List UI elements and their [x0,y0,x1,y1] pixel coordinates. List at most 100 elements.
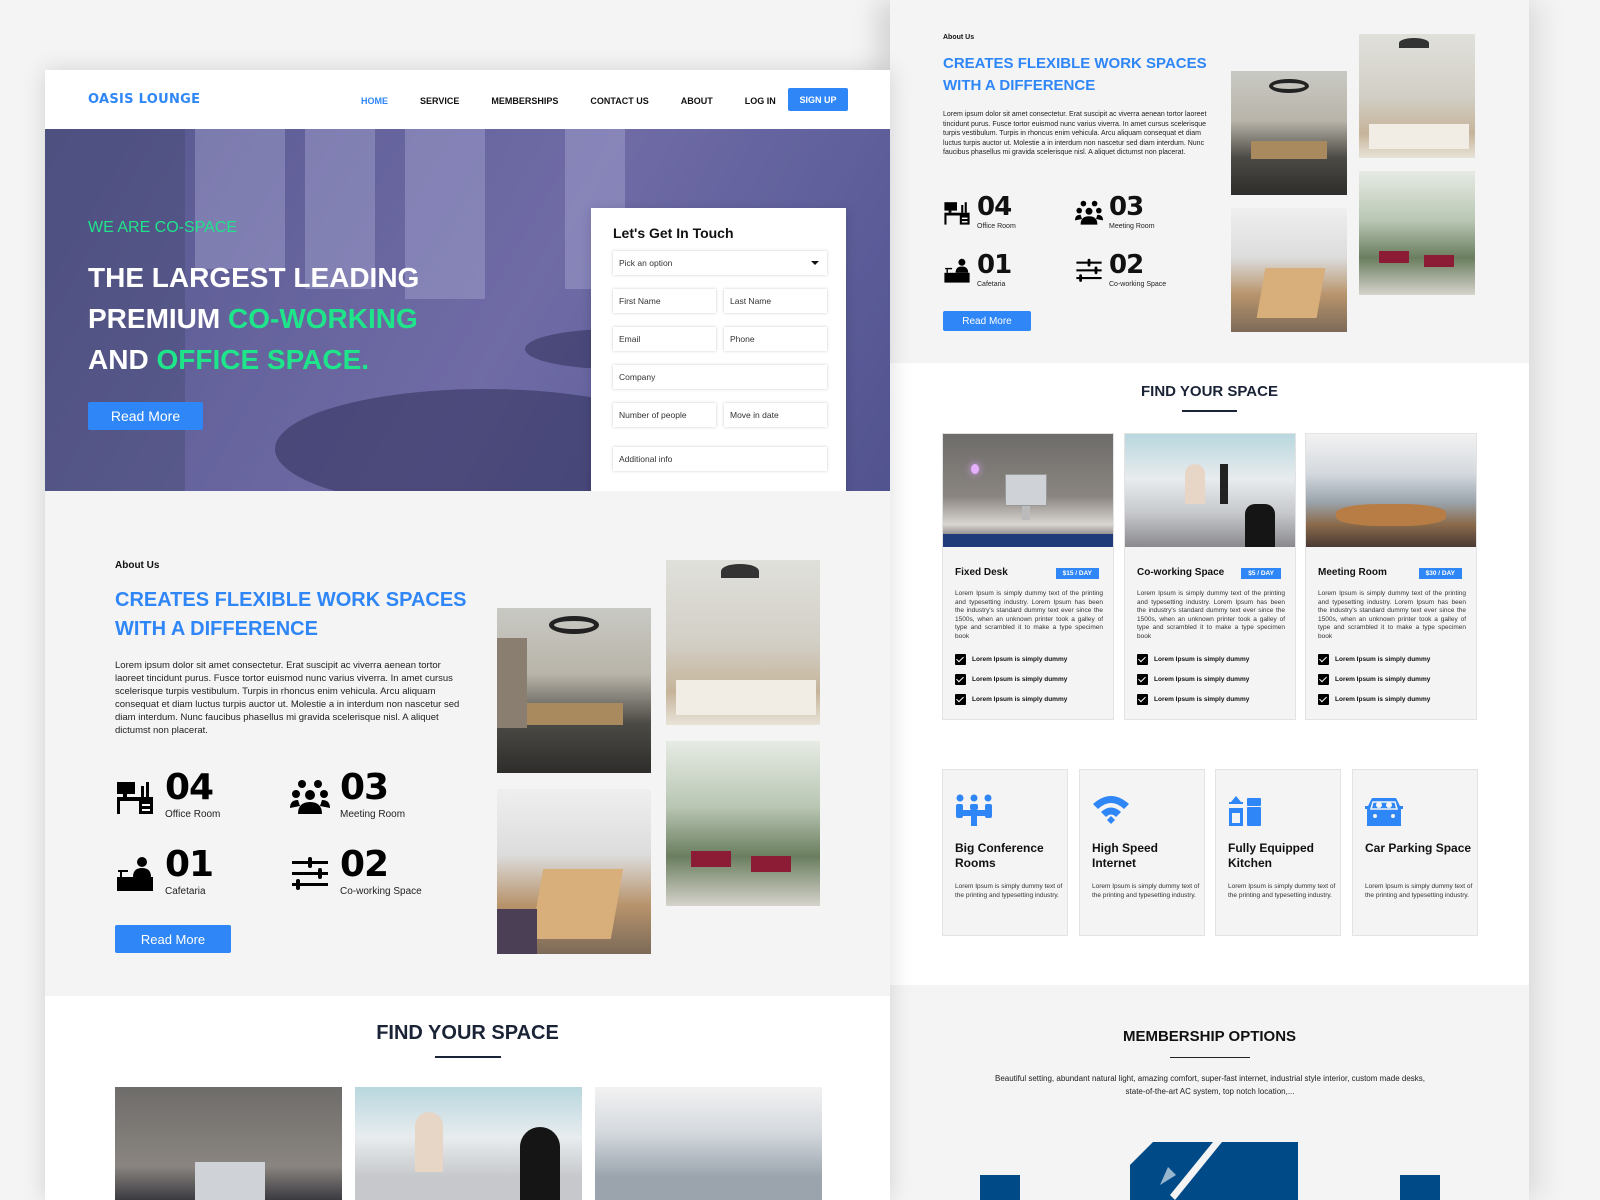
price-badge: $15 / DAY [1055,568,1099,579]
nav-about[interactable]: ABOUT [681,96,713,106]
meeting-photo [1231,208,1347,332]
people-group-icon [1075,200,1103,225]
checkbox-icon [955,694,966,705]
nav-memberships[interactable]: MEMBERSHIPS [491,96,558,106]
amenity-title: Car Parking Space [1365,841,1472,855]
stat-meeting-room: 03 Meeting Room [1075,192,1155,230]
space-card-meeting-room[interactable]: Meeting Room $30 / DAY Lorem Ipsum is si… [1305,433,1477,720]
checkbox-icon [1318,654,1329,665]
nav-contact-us[interactable]: CONTACT US [590,96,648,106]
phone-field[interactable]: Phone [724,327,827,351]
amenity-title: Fully Equipped Kitchen [1228,841,1314,870]
about-read-more-button[interactable]: Read More [115,925,231,953]
coworking-photo [355,1087,582,1200]
meeting-photo [497,789,651,954]
amenity-description: Lorem Ipsum is simply dummy text of the … [1092,883,1200,899]
people-group-icon [290,780,330,814]
checkbox-icon [955,654,966,665]
navbar: OASIS LOUNGE HOME SERVICE MEMBERSHIPS CO… [45,70,890,129]
nav-service[interactable]: SERVICE [420,96,459,106]
left-page-preview: OASIS LOUNGE HOME SERVICE MEMBERSHIPS CO… [45,70,890,1200]
number-of-people-field[interactable]: Number of people [613,403,716,427]
checkbox-icon [1137,654,1148,665]
meeting-room-photo [595,1087,822,1200]
stat-label: Office Room [165,809,221,820]
stat-office-room: 04 Office Room [943,194,1016,230]
about-kicker: About Us [943,34,975,41]
space-card-coworking[interactable]: Co-working Space $5 / DAY Lorem Ipsum is… [1124,433,1296,720]
open-office-photo [1359,34,1475,158]
amenity-conference: Big Conference Rooms Lorem Ipsum is simp… [942,769,1068,936]
checkbox-icon [955,674,966,685]
stat-office-room: 04 Office Room [115,767,221,820]
amenity-parking: Car Parking Space Lorem Ipsum is simply … [1352,769,1478,936]
amenity-internet: High Speed Internet Lorem Ipsum is simpl… [1079,769,1205,936]
feature-item: Lorem Ipsum is simply dummy [955,694,1067,705]
conference-room-photo [497,608,651,773]
stat-label: Meeting Room [1109,223,1155,230]
stat-number: 02 [1109,250,1144,280]
conference-room-photo [1231,71,1347,195]
stat-number: 03 [1109,192,1144,222]
kitchen-icon [1229,796,1261,826]
feature-item: Lorem Ipsum is simply dummy [1318,674,1430,685]
hero-read-more-button[interactable]: Read More [88,402,203,430]
coworking-photo [1125,434,1295,547]
about-body: Lorem ipsum dolor sit amet consectetur. … [115,660,460,736]
hero-kicker: WE ARE CO-SPACE [88,219,238,236]
about-kicker: About Us [115,560,160,571]
card-name: Meeting Room [1318,567,1387,578]
email-field[interactable]: Email [613,327,716,351]
amenity-description: Lorem Ipsum is simply dummy text of the … [955,883,1063,899]
form-title: Let's Get In Touch [613,225,734,241]
first-name-field[interactable]: First Name [613,289,716,313]
title-underline [1182,410,1237,412]
nav-home[interactable]: HOME [361,96,388,106]
checkbox-icon [1137,674,1148,685]
amenity-title: High Speed Internet [1092,841,1159,870]
stat-label: Co-working Space [1109,281,1167,288]
contact-form: Let's Get In Touch Pick an option First … [591,208,846,491]
card-description: Lorem Ipsum is simply dummy text of the … [1318,590,1466,640]
car-icon [1365,798,1403,826]
nav-log-in[interactable]: LOG IN [745,96,776,106]
find-space-title: FIND YOUR SPACE [376,1022,559,1044]
additional-info-field[interactable]: Additional info [613,447,827,471]
sliders-icon [1076,258,1102,282]
brand-logo[interactable]: OASIS LOUNGE [88,92,200,107]
feature-item: Lorem Ipsum is simply dummy [1137,654,1249,665]
stat-number: 01 [977,250,1012,280]
checkbox-icon [1318,694,1329,705]
stat-label: Cafetaria [165,886,206,897]
about-body: Lorem ipsum dolor sit amet consectetur. … [943,111,1207,157]
card-description: Lorem Ipsum is simply dummy text of the … [1137,590,1285,640]
sign-up-button[interactable]: SIGN UP [788,88,848,111]
about-title: CREATES FLEXIBLE WORK SPACES WITH A DIFF… [115,589,467,640]
move-in-date-field[interactable]: Move in date [724,403,827,427]
office-desk-icon [117,782,153,814]
card-name: Co-working Space [1137,567,1225,578]
stat-number: 04 [165,767,214,808]
stat-label: Cafetaria [977,281,1006,288]
read-more-button[interactable]: Read More [943,311,1031,331]
stat-number: 02 [340,844,389,885]
last-name-field[interactable]: Last Name [724,289,827,313]
fixed-desk-photo [943,434,1113,547]
stat-label: Meeting Room [340,809,406,820]
space-card-fixed-desk[interactable]: Fixed Desk $15 / DAY Lorem Ipsum is simp… [942,433,1114,720]
company-field[interactable]: Company [613,365,827,389]
office-desk-icon [944,202,970,225]
nav-links: HOME SERVICE MEMBERSHIPS CONTACT US ABOU… [361,96,808,106]
sliders-icon [292,857,328,890]
amenity-description: Lorem Ipsum is simply dummy text of the … [1228,883,1336,899]
stat-label: Co-working Space [340,886,422,897]
card-name: Fixed Desk [955,567,1008,578]
membership-title: MEMBERSHIP OPTIONS [1122,1028,1297,1045]
stat-cafetaria: 01 Cafetaria [943,250,1012,288]
membership-card-right [1400,1175,1440,1200]
wifi-icon [1093,796,1129,824]
open-office-photo [666,560,820,725]
stat-coworking-space: 02 Co-working Space [1075,250,1167,288]
hero-title: THE LARGEST LEADING PREMIUM CO-WORKING A… [88,262,420,375]
option-select[interactable]: Pick an option [613,251,827,275]
